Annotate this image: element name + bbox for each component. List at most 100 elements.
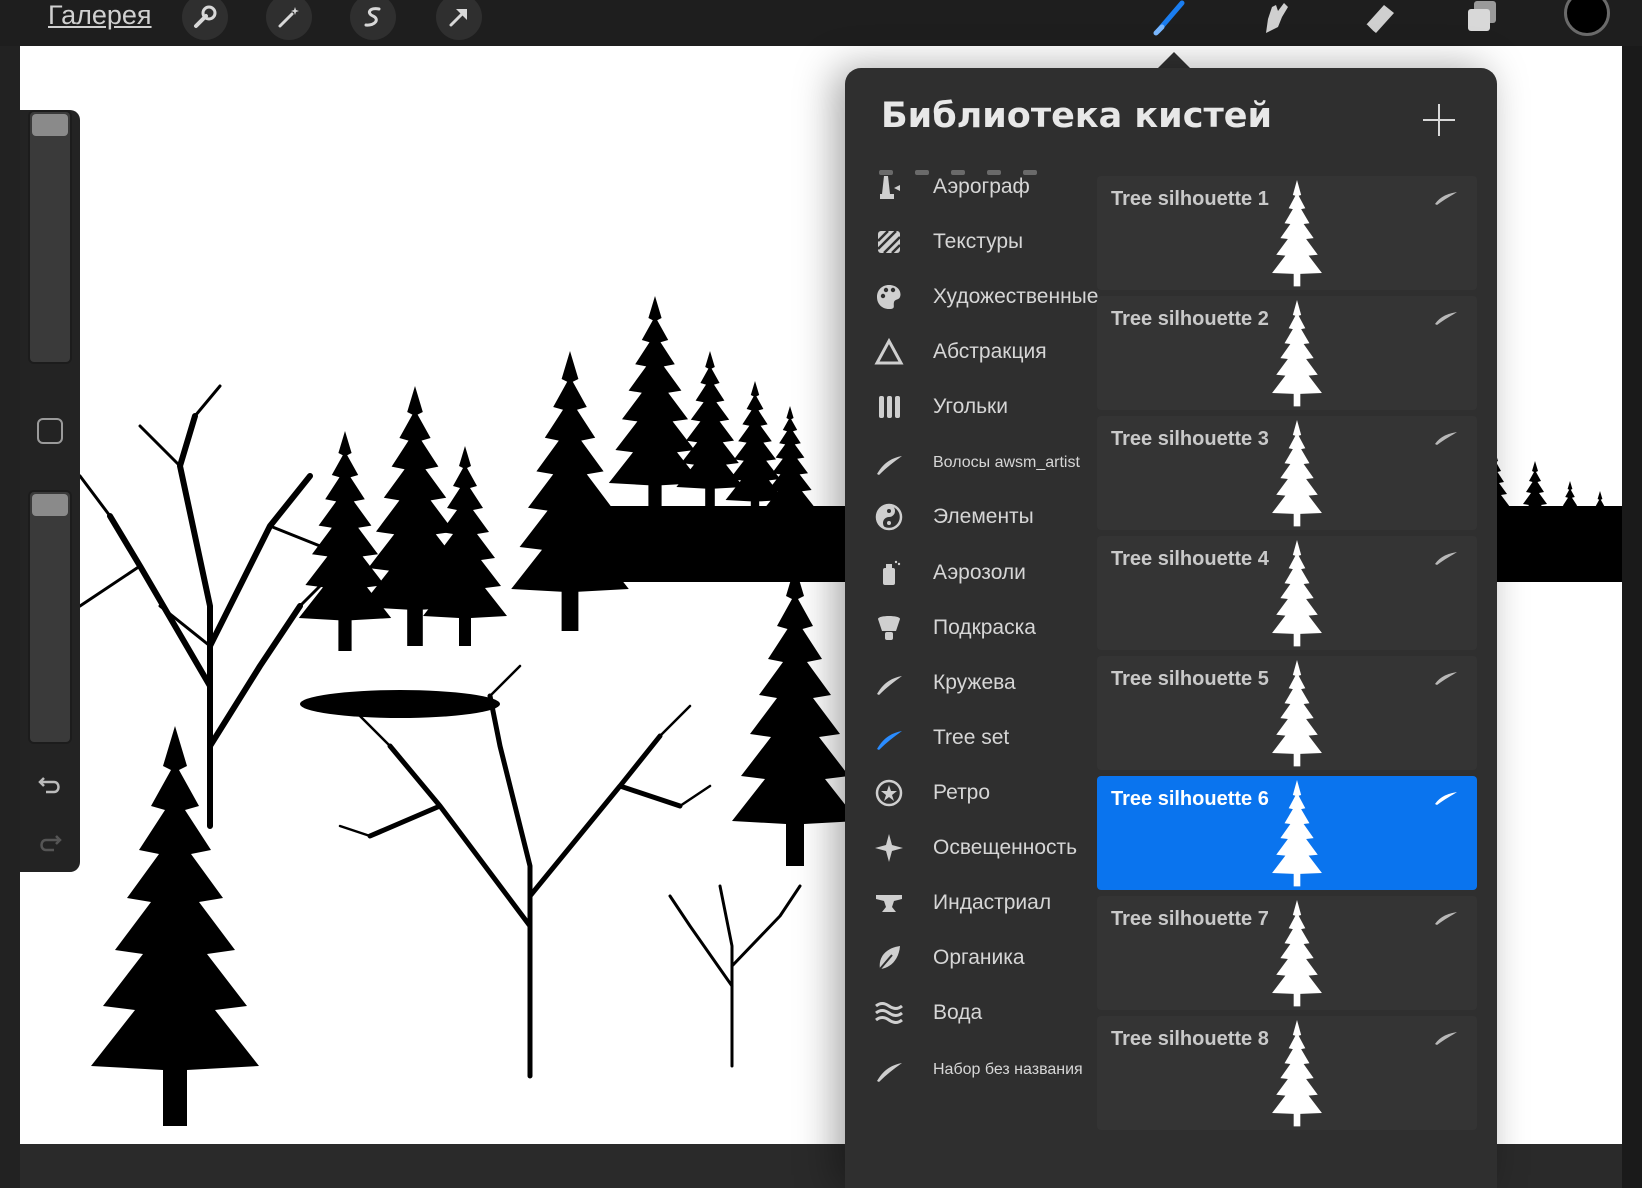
procreate-screen: { "topbar": { "gallery_label": "Галерея"…: [0, 0, 1642, 1188]
category-label: Органика: [933, 945, 1025, 969]
top-toolbar: Галерея: [0, 0, 1642, 46]
category-10[interactable]: Кружева: [845, 654, 1093, 711]
brush-preview-icon: [1247, 180, 1347, 288]
category-label: Угольки: [933, 394, 1008, 418]
brush-preview-icon: [1247, 420, 1347, 528]
stroke-preview-icon: [1433, 1030, 1459, 1046]
stroke-preview-icon: [1433, 190, 1459, 206]
stroke-icon: [873, 447, 905, 479]
category-label: Кружева: [933, 670, 1016, 694]
category-label: Набор без названия: [933, 1060, 1083, 1078]
category-5[interactable]: Угольки: [845, 378, 1093, 435]
category-2[interactable]: Текстуры: [845, 213, 1093, 270]
category-14[interactable]: Индастриал: [845, 874, 1093, 931]
brush-item[interactable]: Tree silhouette 8: [1097, 1016, 1477, 1130]
gallery-link[interactable]: Галерея: [48, 0, 152, 30]
brush-item[interactable]: Tree silhouette 5: [1097, 656, 1477, 770]
undo-icon[interactable]: [36, 770, 64, 798]
brush-item[interactable]: Tree silhouette 3: [1097, 416, 1477, 530]
leaf-icon: [873, 942, 905, 974]
brush-preview-icon: [1247, 660, 1347, 768]
opacity-knob[interactable]: [32, 494, 68, 516]
triangle-icon: [873, 336, 905, 368]
brush-item[interactable]: Tree silhouette 6: [1097, 776, 1477, 890]
brush-name: Tree silhouette 6: [1111, 788, 1269, 810]
modifier-button[interactable]: [37, 418, 63, 444]
brush-list: Tree silhouette 1 Tree silhouette 2 Tree s…: [1097, 176, 1477, 1188]
brush-name: Tree silhouette 8: [1111, 1028, 1269, 1050]
stroke-preview-icon: [1433, 550, 1459, 566]
palette-icon: [873, 281, 905, 313]
smudge-icon[interactable]: [1252, 0, 1300, 38]
category-label: Художественные: [933, 284, 1099, 308]
brush-item[interactable]: Tree silhouette 1: [1097, 176, 1477, 290]
category-1[interactable]: Аэрограф: [845, 158, 1093, 215]
magic-wand-icon[interactable]: [266, 0, 312, 40]
waves-icon: [873, 997, 905, 1029]
brush-item[interactable]: Tree silhouette 2: [1097, 296, 1477, 410]
brush-item[interactable]: Tree silhouette 7: [1097, 896, 1477, 1010]
category-6[interactable]: Волосы awsm_artist: [845, 434, 1093, 491]
spray-can-icon: [873, 557, 905, 589]
stroke-preview-icon: [1433, 910, 1459, 926]
brush-name: Tree silhouette 1: [1111, 188, 1269, 210]
category-list: Аэрограф Текстуры Художественные Абстракция…: [845, 162, 1098, 1188]
eraser-icon[interactable]: [1354, 0, 1402, 38]
panel-caret: [1158, 52, 1190, 68]
brush-icon[interactable]: [1148, 0, 1196, 38]
left-edge-panel: [0, 46, 22, 1188]
brush-name: Tree silhouette 5: [1111, 668, 1269, 690]
category-13[interactable]: Освещенность: [845, 819, 1093, 876]
brush-item[interactable]: Tree silhouette 4: [1097, 536, 1477, 650]
panel-title: Библиотека кистей: [881, 96, 1272, 136]
layers-icon[interactable]: [1458, 0, 1506, 38]
stroke-icon: [873, 722, 905, 754]
category-label: Индастриал: [933, 890, 1052, 914]
brush-name: Tree silhouette 4: [1111, 548, 1269, 570]
sparkle-icon: [873, 832, 905, 864]
left-sidebar: [20, 110, 80, 872]
stroke-icon: [873, 1054, 905, 1086]
category-label: Tree set: [933, 725, 1010, 749]
category-label: Элементы: [933, 504, 1034, 528]
stroke-preview-icon: [1433, 430, 1459, 446]
stroke-icon: [873, 667, 905, 699]
yin-yang-icon: [873, 501, 905, 533]
brush-preview-icon: [1247, 780, 1347, 888]
opacity-slider[interactable]: [28, 490, 72, 744]
star-badge-icon: [873, 777, 905, 809]
category-16[interactable]: Вода: [845, 984, 1093, 1041]
transform-arrow-icon[interactable]: [436, 0, 482, 40]
category-label: Подкраска: [933, 615, 1036, 639]
wrench-icon[interactable]: [182, 0, 228, 40]
category-label: Вода: [933, 1000, 983, 1024]
category-15[interactable]: Органика: [845, 929, 1093, 986]
category-12[interactable]: Ретро: [845, 764, 1093, 821]
anvil-icon: [873, 887, 905, 919]
category-4[interactable]: Абстракция: [845, 323, 1093, 380]
category-3[interactable]: Художественные: [845, 268, 1098, 325]
category-label: Аэрозоли: [933, 560, 1026, 584]
category-label: Ретро: [933, 780, 991, 804]
selection-icon[interactable]: [350, 0, 396, 40]
category-8[interactable]: Аэрозоли: [845, 544, 1093, 601]
texture-icon: [873, 226, 905, 258]
brush-preview-icon: [1247, 900, 1347, 1008]
category-17[interactable]: Набор без названия: [845, 1041, 1093, 1098]
stroke-preview-icon: [1433, 670, 1459, 686]
category-label: Волосы awsm_artist: [933, 453, 1080, 471]
category-9[interactable]: Подкраска: [845, 599, 1093, 656]
brush-name: Tree silhouette 2: [1111, 308, 1269, 330]
brush-size-slider[interactable]: [28, 110, 72, 364]
category-7[interactable]: Элементы: [845, 488, 1093, 545]
brush-size-knob[interactable]: [32, 114, 68, 136]
brush-preview-icon: [1247, 540, 1347, 648]
add-brush-button[interactable]: [1423, 104, 1455, 136]
category-label: Текстуры: [933, 229, 1024, 253]
charcoal-icon: [873, 391, 905, 423]
category-label: Освещенность: [933, 835, 1078, 859]
redo-icon[interactable]: [36, 828, 64, 856]
category-11[interactable]: Tree set: [845, 709, 1093, 766]
stroke-preview-icon: [1433, 310, 1459, 326]
color-picker-button[interactable]: [1564, 0, 1610, 36]
